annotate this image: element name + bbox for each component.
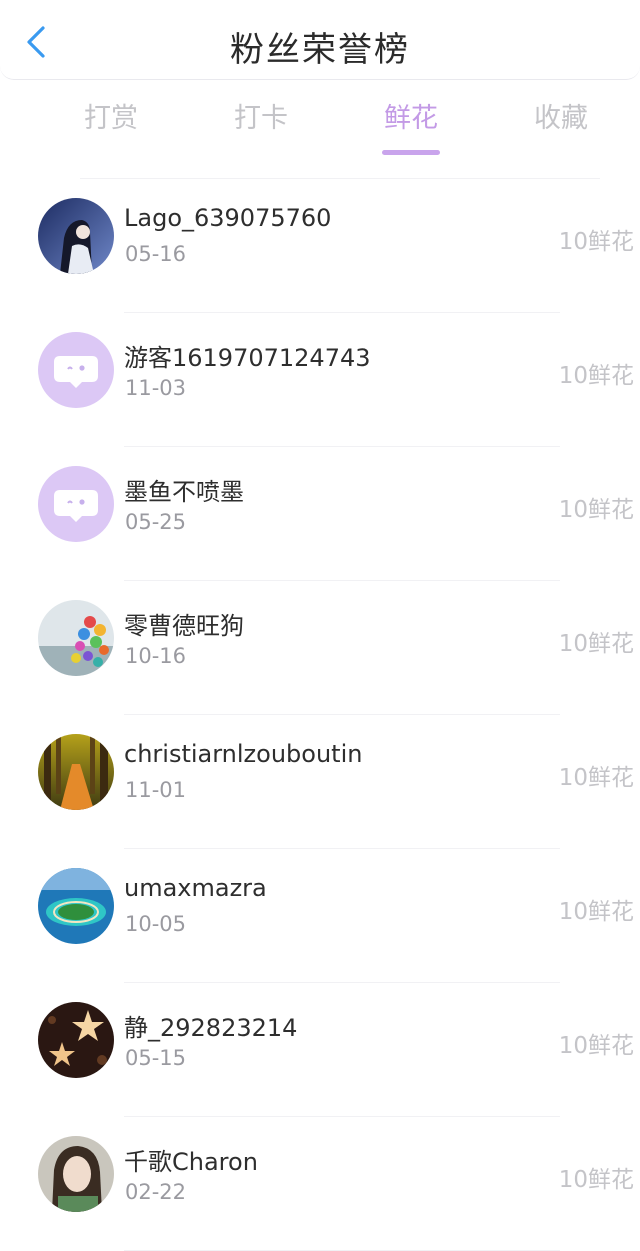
tab-label: 收藏: [534, 103, 588, 134]
fan-date: 10-16: [125, 644, 187, 668]
list-item[interactable]: 千歌Charon 02-22 10鲜花: [0, 1117, 640, 1251]
tab-checkin[interactable]: 打卡: [186, 96, 336, 135]
list-item[interactable]: 游客1619707124743 11-03 10鲜花: [0, 313, 640, 447]
fan-list: Lago_639075760 05-16 10鲜花 游客161970712474…: [0, 179, 640, 1251]
avatar[interactable]: [38, 868, 114, 944]
flower-count: 10鲜花: [558, 631, 634, 657]
fan-date: 02-22: [125, 1180, 187, 1204]
tab-favorites[interactable]: 收藏: [486, 96, 636, 135]
tab-flowers[interactable]: 鲜花: [336, 96, 486, 155]
flower-count: 10鲜花: [558, 1167, 634, 1193]
fan-name: christiarnlzouboutin: [124, 740, 363, 768]
fan-date: 05-15: [125, 1046, 187, 1070]
tab-label: 打卡: [234, 103, 288, 134]
flower-count: 10鲜花: [558, 765, 634, 791]
list-item[interactable]: umaxmazra 10-05 10鲜花: [0, 849, 640, 983]
fan-name: Lago_639075760: [124, 204, 332, 232]
list-item[interactable]: christiarnlzouboutin 11-01 10鲜花: [0, 715, 640, 849]
avatar[interactable]: [38, 734, 114, 810]
avatar[interactable]: [38, 466, 114, 542]
flower-count: 10鲜花: [558, 229, 634, 255]
header-bar: 粉丝荣誉榜: [0, 0, 640, 80]
flower-count: 10鲜花: [558, 1033, 634, 1059]
fan-date: 10-05: [125, 912, 187, 936]
tab-label: 打赏: [84, 103, 138, 134]
avatar[interactable]: [38, 600, 114, 676]
fan-name: 墨鱼不喷墨: [124, 478, 244, 506]
tab-label: 鲜花: [384, 103, 438, 134]
chat-bubble-icon: [38, 332, 114, 408]
fan-name: 游客1619707124743: [124, 344, 371, 372]
list-item[interactable]: 静_292823214 05-15 10鲜花: [0, 983, 640, 1117]
tab-reward[interactable]: 打赏: [36, 96, 186, 135]
list-item[interactable]: 墨鱼不喷墨 05-25 10鲜花: [0, 447, 640, 581]
avatar[interactable]: [38, 198, 114, 274]
avatar[interactable]: [38, 1002, 114, 1078]
tab-bar: 打赏 打卡 鲜花 收藏: [36, 96, 636, 160]
active-tab-indicator: [382, 150, 440, 155]
fan-date: 05-16: [125, 242, 187, 266]
fan-name: 千歌Charon: [124, 1148, 258, 1176]
flower-count: 10鲜花: [558, 899, 634, 925]
fan-date: 05-25: [125, 510, 187, 534]
flower-count: 10鲜花: [558, 363, 634, 389]
list-item[interactable]: Lago_639075760 05-16 10鲜花: [0, 179, 640, 313]
avatar[interactable]: [38, 1136, 114, 1212]
flower-count: 10鲜花: [558, 497, 634, 523]
list-item[interactable]: 零曹德旺狗 10-16 10鲜花: [0, 581, 640, 715]
page-title: 粉丝荣誉榜: [230, 30, 410, 70]
avatar[interactable]: [38, 332, 114, 408]
fan-date: 11-03: [125, 376, 187, 400]
fan-name: umaxmazra: [124, 874, 267, 902]
fan-date: 11-01: [125, 778, 187, 802]
fan-name: 零曹德旺狗: [124, 612, 244, 640]
chat-bubble-icon: [38, 466, 114, 542]
fan-name: 静_292823214: [124, 1014, 298, 1042]
